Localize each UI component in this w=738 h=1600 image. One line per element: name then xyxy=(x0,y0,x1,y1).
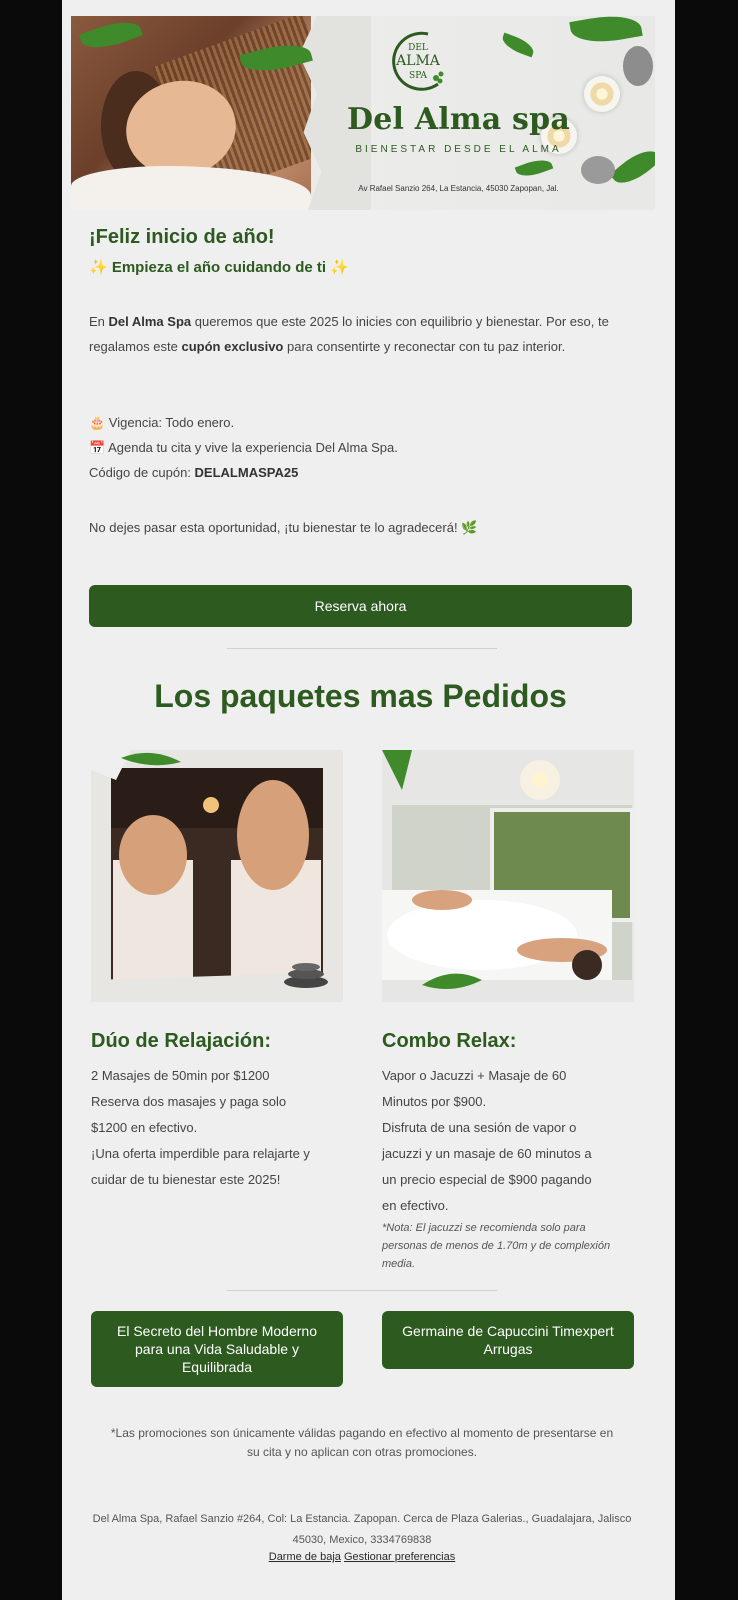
duo-relaxation-image[interactable] xyxy=(91,750,343,1002)
intro-paragraph: En Del Alma Spa queremos que este 2025 l… xyxy=(89,314,609,354)
coupon-line: Código de cupón: DELALMASPA25 xyxy=(89,465,299,480)
greeting-subtitle: ✨ Empieza el año cuidando de ti ✨ xyxy=(89,259,349,276)
brand-mention: Del Alma Spa xyxy=(108,314,192,329)
footer-address: Del Alma Spa, Rafael Sanzio #264, Col: L… xyxy=(92,1513,632,1546)
logo-text-bottom: SPA xyxy=(409,71,427,81)
closing-line: No dejes pasar esta oportunidad, ¡tu bie… xyxy=(89,520,478,535)
modern-man-secret-button[interactable]: El Secreto del Hombre Moderno para una V… xyxy=(91,1311,343,1387)
logo-text-top: DEL xyxy=(408,43,428,53)
coupon-mention: cupón exclusivo xyxy=(181,339,284,354)
germaine-capuccini-button[interactable]: Germaine de Capuccini Timexpert Arrugas xyxy=(382,1311,634,1369)
divider xyxy=(227,648,497,649)
reserve-now-button[interactable]: Reserva ahora xyxy=(89,585,632,627)
footer-links: Darme de baja Gestionar preferencias xyxy=(87,1551,637,1563)
package-description: Vapor o Jacuzzi + Masaje de 60 Minutos p… xyxy=(382,1068,592,1213)
unsubscribe-link[interactable]: Darme de baja xyxy=(269,1551,341,1563)
promo-disclaimer: *Las promociones son únicamente válidas … xyxy=(110,1426,614,1459)
packages-section-title: Los paquetes mas Pedidos xyxy=(154,678,567,714)
combo-relax-image[interactable] xyxy=(382,750,634,1002)
manage-preferences-link[interactable]: Gestionar preferencias xyxy=(344,1551,455,1563)
package-title: Combo Relax: xyxy=(382,1030,517,1052)
divider xyxy=(227,1290,497,1291)
header-banner: DEL ALMA SPA Del Alma spa BIENESTAR DESD… xyxy=(71,16,655,210)
banner-address: Av Rafael Sanzio 264, La Estancia, 45030… xyxy=(358,184,559,193)
package-description: 2 Masajes de 50min por $1200 Reserva dos… xyxy=(91,1068,310,1187)
brand-tagline: BIENESTAR DESDE EL ALMA xyxy=(355,144,562,155)
validity-line: 🎂 Vigencia: Todo enero. xyxy=(89,415,235,430)
greeting-title: ¡Feliz inicio de año! xyxy=(89,226,275,248)
schedule-line: 📅 Agenda tu cita y vive la experiencia D… xyxy=(89,440,398,455)
jacuzzi-note: *Nota: El jacuzzi se recomienda solo par… xyxy=(382,1222,611,1270)
coupon-code: DELALMASPA25 xyxy=(194,465,299,480)
spa-logo: DEL ALMA SPA xyxy=(384,26,452,98)
email-body: DEL ALMA SPA Del Alma spa BIENESTAR DESD… xyxy=(62,0,675,1600)
logo-text-mid: ALMA xyxy=(395,53,441,69)
package-title: Dúo de Relajación: xyxy=(91,1030,272,1052)
promo-details: 🎂 Vigencia: Todo enero. 📅 Agenda tu cita… xyxy=(89,410,632,485)
brand-name: Del Alma spa xyxy=(347,102,570,137)
